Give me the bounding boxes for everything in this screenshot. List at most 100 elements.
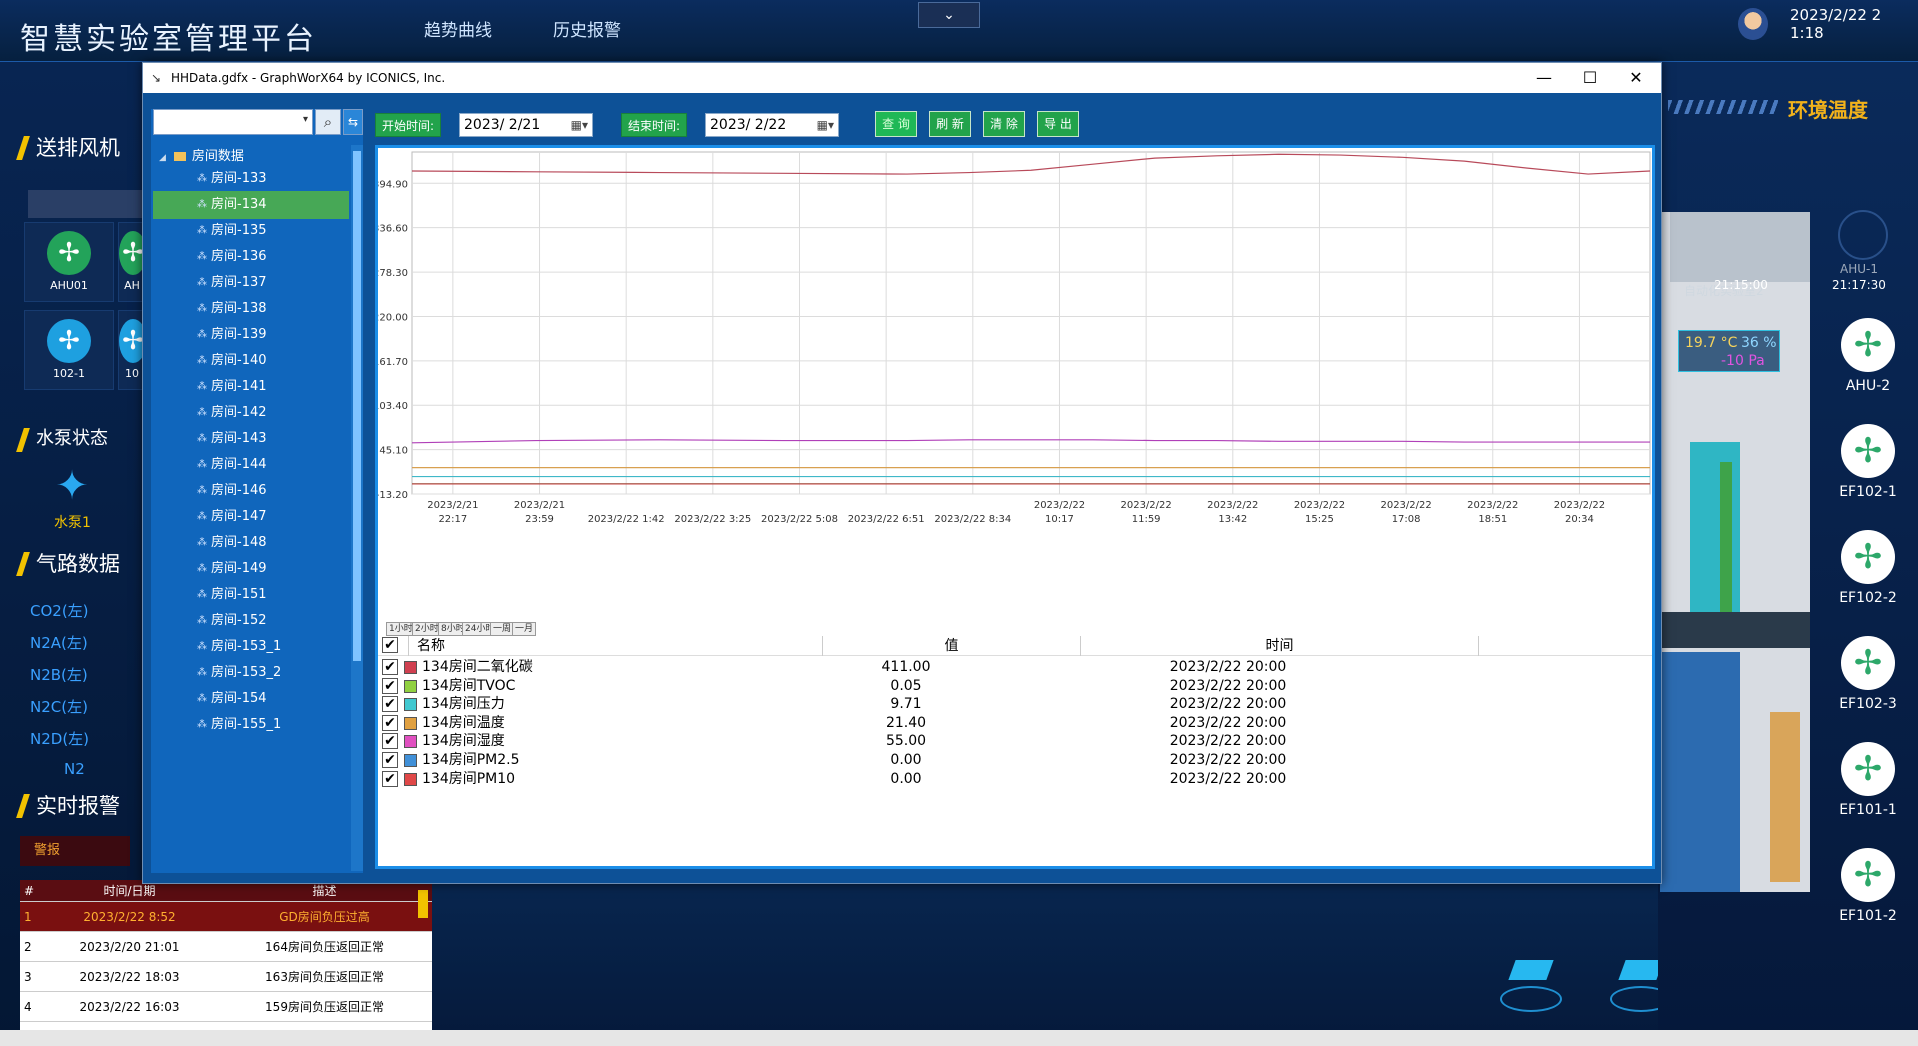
tree-item[interactable]: ⁂ 房间-152 [153,607,349,635]
grid-header-value[interactable]: 值 [822,636,1080,656]
tree-item[interactable]: ⁂ 房间-153_1 [153,633,349,661]
x-tick-label: 10:17 [1045,514,1074,525]
series-checkbox[interactable]: ✔ [382,733,398,750]
refresh-button[interactable]: 刷 新 [929,111,971,137]
fan-icon: ✢ [47,231,91,275]
tree-item[interactable]: ⁂ 房间-140 [153,347,349,375]
trend-chart[interactable]: 394.90 336.60 278.30 220.00 161.70 103.40 45.1… [378,148,1652,636]
tree-item[interactable]: ⁂ 房间-141 [153,373,349,401]
tree-item[interactable]: ⁂ 房间-148 [153,529,349,557]
device-tile-102-1[interactable]: ✢ 102-1 [24,310,114,390]
fan-ef101-2[interactable]: ✢ EF101-2 [1828,848,1908,924]
gas-item: N2A(左) [30,634,88,652]
top-dropdown-button[interactable]: ⌄ [918,2,980,28]
env-readout[interactable]: 19.7 °C 36 % -10 Pa [1678,330,1780,372]
series-checkbox[interactable]: ✔ [382,752,398,768]
window-titlebar[interactable]: ↘ HHData.gdfx - GraphWorX64 by ICONICS, … [143,63,1661,93]
series-row[interactable]: ✔ 134房间二氧化碳 411.00 2023/2/22 20:00 [378,658,1652,677]
series-checkbox[interactable]: ✔ [382,770,398,787]
tree-item[interactable]: ⁂ 房间-149 [153,555,349,583]
tree-item[interactable]: ⁂ 房间-147 [153,503,349,531]
tree-item[interactable]: ⁂ 房间-134 [153,191,349,219]
user-avatar[interactable] [1738,8,1768,40]
query-button[interactable]: 查 询 [875,111,917,137]
series-row[interactable]: ✔ 134房间PM10 0.00 2023/2/22 20:00 [378,770,1652,789]
node-icon: ⁂ [197,277,207,288]
series-name: 134房间TVOC [422,677,516,694]
tree-item[interactable]: ⁂ 房间-146 [153,477,349,505]
series-checkbox[interactable]: ✔ [382,696,398,713]
alarm-row[interactable]: 2 2023/2/20 21:01 164房间负压返回正常 [20,932,432,962]
tree-item[interactable]: ⁂ 房间-138 [153,295,349,323]
close-button[interactable]: ✕ [1613,63,1659,93]
series-row[interactable]: ✔ 134房间TVOC 0.05 2023/2/22 20:00 [378,677,1652,696]
x-tick-label: 15:25 [1305,514,1334,525]
alarm-row[interactable]: 4 2023/2/22 16:03 159房间负压返回正常 [20,992,432,1022]
tree-item[interactable]: ⁂ 房间-154 [153,685,349,713]
tree-scrollbar[interactable] [351,145,363,871]
grid-header-name[interactable]: 名称 [408,636,822,656]
search-button[interactable]: ⌕ [315,109,341,135]
taskbar-strip [0,1030,1918,1046]
series-time: 2023/2/22 20:00 [1169,696,1287,713]
fan-ef101-1[interactable]: ✢ EF101-1 [1828,742,1908,818]
series-row[interactable]: ✔ 134房间PM2.5 0.00 2023/2/22 20:00 [378,751,1652,770]
series-checkbox[interactable]: ✔ [382,659,398,675]
fan-ef102-3[interactable]: ✢ EF102-3 [1828,636,1908,712]
pump-icon[interactable]: ✦ [42,464,102,508]
tree-item[interactable]: ⁂ 房间-137 [153,269,349,297]
tree-item[interactable]: ⁂ 房间-155_1 [153,711,349,739]
calendar-icon[interactable]: ▦▾ [571,114,588,136]
tree-search-input[interactable]: ▾ [153,109,313,135]
select-all-checkbox[interactable]: ✔ [382,637,398,653]
node-icon: ⁂ [197,615,207,626]
minimize-button[interactable]: — [1521,63,1567,93]
fan-ef102-1[interactable]: ✢ EF102-1 [1828,424,1908,500]
x-tick-label: 2023/2/22 1:42 [588,514,665,525]
calendar-icon[interactable]: ▦▾ [817,114,834,136]
fan-icon: ✢ [1841,424,1895,478]
camera-icon[interactable] [1500,960,1562,1016]
alarm-row[interactable]: 1 2023/2/22 8:52 GD房间负压过高 [20,902,432,932]
fan-ahu-2[interactable]: ✢ AHU-2 [1828,318,1908,394]
scrollbar-thumb[interactable] [353,151,361,661]
series-row[interactable]: ✔ 134房间压力 9.71 2023/2/22 20:00 [378,695,1652,714]
series-row[interactable]: ✔ 134房间湿度 55.00 2023/2/22 20:00 [378,732,1652,751]
series-row[interactable]: ✔ 134房间温度 21.40 2023/2/22 20:00 [378,714,1652,733]
node-icon: ⁂ [197,173,207,184]
gas-section-title: 气路数据 [20,548,120,578]
export-button[interactable]: 导 出 [1037,111,1079,137]
tree-item[interactable]: ⁂ 房间-135 [153,217,349,245]
tree-item[interactable]: ⁂ 房间-133 [153,165,349,193]
alarm-row[interactable]: 3 2023/2/22 18:03 163房间负压返回正常 [20,962,432,992]
fan-ef102-2[interactable]: ✢ EF102-2 [1828,530,1908,606]
maximize-button[interactable]: ☐ [1567,63,1613,93]
alarm-tab[interactable]: 警报 [20,836,130,866]
tree-item[interactable]: ⁂ 房间-143 [153,425,349,453]
tree-item[interactable]: ⁂ 房间-139 [153,321,349,349]
node-icon: ⁂ [197,719,207,730]
refresh-tree-button[interactable]: ⇆ [343,109,363,135]
series-checkbox[interactable]: ✔ [382,714,398,731]
tree-item[interactable]: ⁂ 房间-151 [153,581,349,609]
zoom-button[interactable]: 一月 [512,622,537,636]
tree-item[interactable]: ⁂ 房间-136 [153,243,349,271]
clear-button[interactable]: 清 除 [983,111,1025,137]
zoom-button[interactable]: 一周 [490,622,515,636]
series-checkbox[interactable]: ✔ [382,677,398,694]
x-tick-label: 2023/2/22 [1554,500,1605,511]
node-icon: ⁂ [197,251,207,262]
tree-item[interactable]: ⁂ 房间-153_2 [153,659,349,687]
end-date-picker[interactable]: 2023/ 2/22 ▦▾ [705,113,839,137]
nav-history-alarm[interactable]: 历史报警 [553,16,621,41]
alarm-scrollbar[interactable] [418,890,428,918]
node-icon: ⁂ [197,381,207,392]
series-value: 21.40 [885,714,927,731]
tree-root[interactable]: ◢ 房间数据 [159,145,244,164]
start-date-picker[interactable]: 2023/ 2/21 ▦▾ [459,113,593,137]
device-tile-ahu01[interactable]: ✢ AHU01 [24,222,114,302]
grid-header-time[interactable]: 时间 [1080,636,1478,656]
tree-item[interactable]: ⁂ 房间-142 [153,399,349,427]
tree-item[interactable]: ⁂ 房间-144 [153,451,349,479]
nav-trend[interactable]: 趋势曲线 [424,16,492,41]
